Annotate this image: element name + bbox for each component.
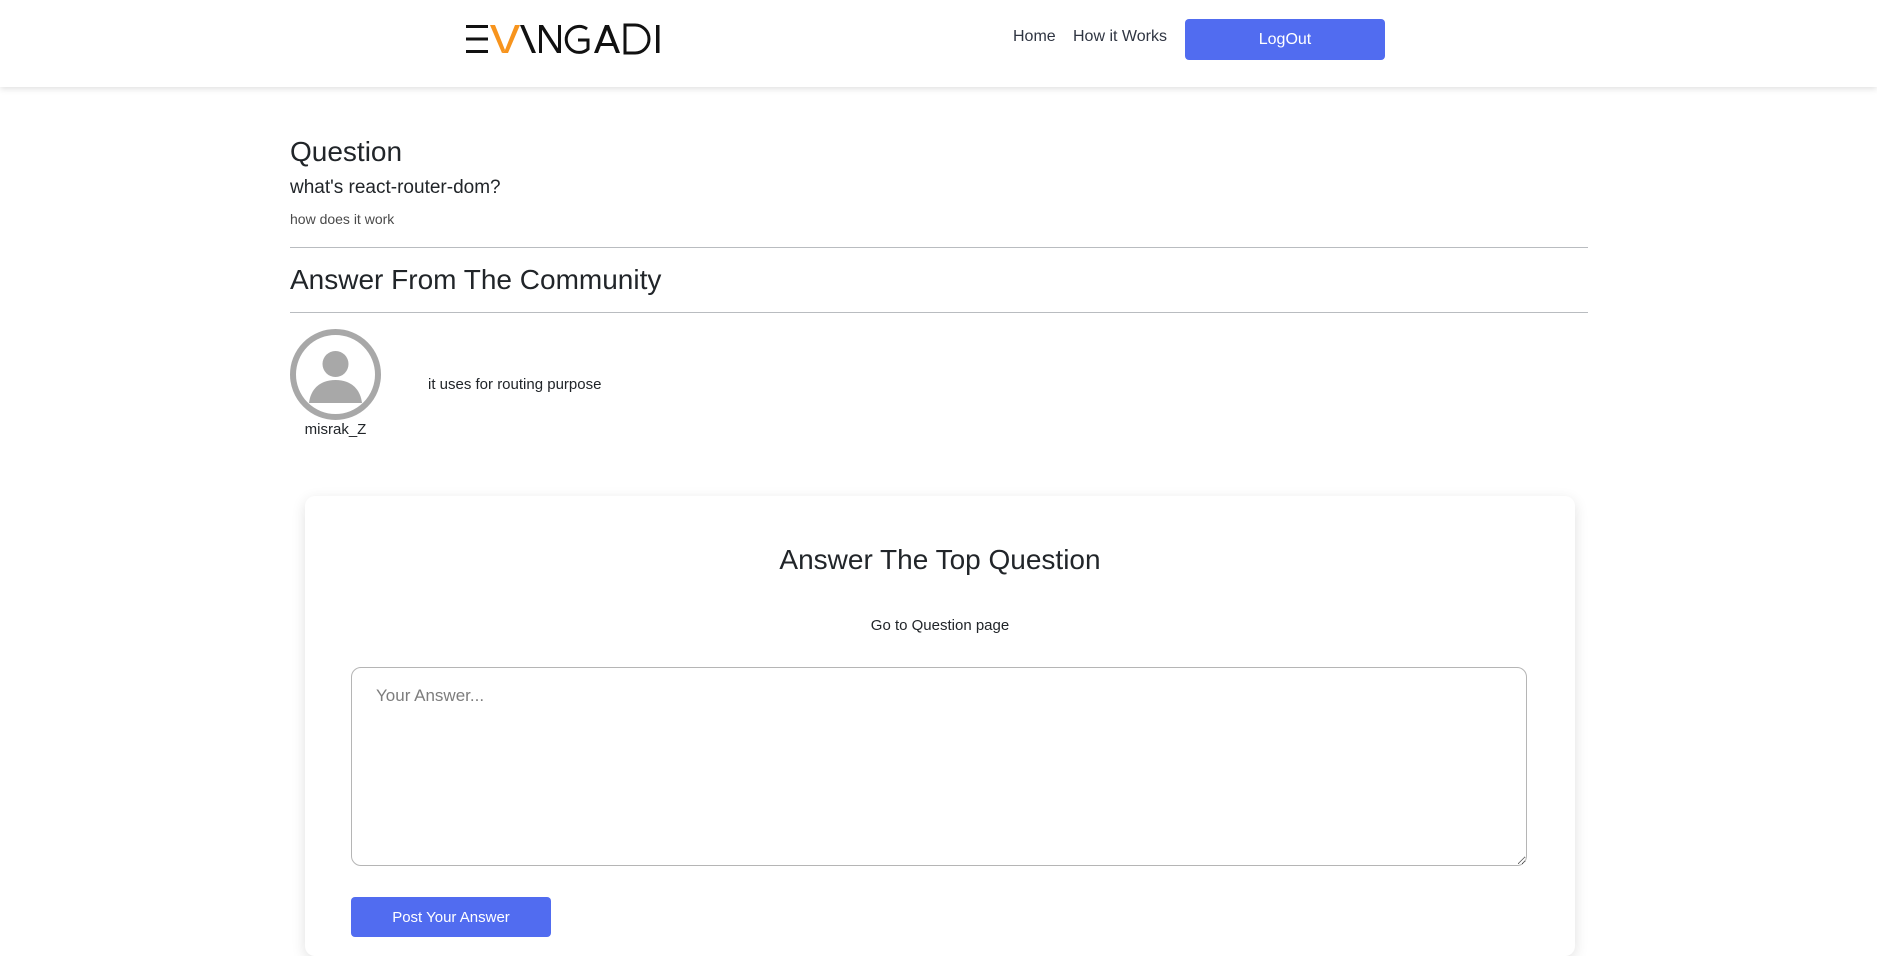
- post-answer-button[interactable]: Post Your Answer: [351, 897, 551, 937]
- question-title: what's react-router-dom?: [290, 177, 501, 198]
- user-silhouette-icon: [309, 351, 362, 403]
- answer-text: it uses for routing purpose: [428, 376, 602, 393]
- community-answers-heading: Answer From The Community: [290, 264, 662, 295]
- nav-how-it-works-link[interactable]: How it Works: [1073, 28, 1167, 46]
- divider: [290, 247, 1588, 248]
- logo-image: [466, 23, 660, 55]
- answer-form-title: Answer The Top Question: [779, 544, 1101, 575]
- evangadi-logo[interactable]: [464, 20, 668, 58]
- nav-home-link[interactable]: Home: [1013, 28, 1056, 46]
- answer-form-card: Answer The Top Question Go to Question p…: [305, 496, 1575, 956]
- answer-username: misrak_Z: [304, 421, 367, 438]
- question-heading: Question: [290, 136, 403, 167]
- answer-textarea[interactable]: [351, 667, 1527, 866]
- question-description: how does it work: [290, 211, 395, 227]
- site-header: Home How it Works LogOut: [0, 0, 1877, 87]
- divider: [290, 312, 1588, 313]
- logout-button[interactable]: LogOut: [1185, 19, 1385, 60]
- go-to-question-page-link[interactable]: Go to Question page: [305, 617, 1575, 634]
- avatar: [290, 329, 381, 420]
